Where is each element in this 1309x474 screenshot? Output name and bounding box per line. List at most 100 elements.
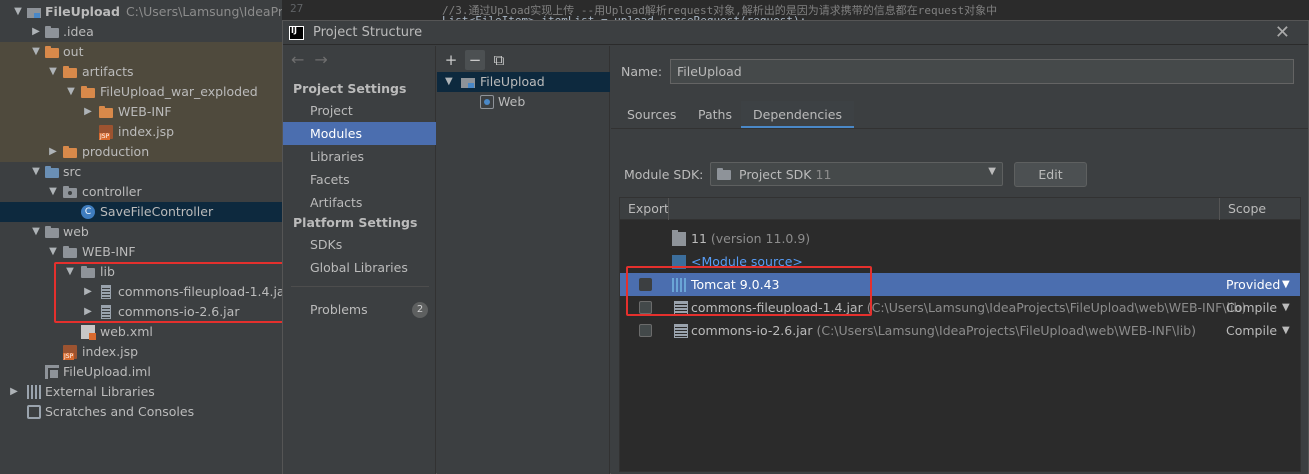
add-icon[interactable]: +	[441, 50, 461, 70]
dependency-row-commons-io[interactable]: commons-io-2.6.jar (C:\Users\Lamsung\Idea…	[620, 319, 1300, 342]
module-sdk-select[interactable]: Project SDK 11 ▼	[710, 162, 1003, 186]
nav-item-project[interactable]: Project	[283, 99, 436, 122]
project-settings-header: Project Settings	[293, 81, 407, 96]
jar-icon	[101, 305, 111, 319]
dependency-row-tomcat[interactable]: Tomcat 9.0.43 Provided ▼	[620, 273, 1300, 296]
facet-item-web[interactable]: Web	[437, 92, 610, 112]
tree-item-label: index.jsp	[118, 124, 175, 139]
platform-settings-header: Platform Settings	[293, 215, 418, 230]
excluded-folder-icon	[99, 105, 113, 119]
tree-item-label: lib	[100, 264, 115, 279]
tree-item-label: Scratches and Consoles	[45, 404, 195, 419]
remove-icon[interactable]: −	[465, 50, 485, 70]
jar-icon	[674, 324, 688, 338]
jsp-file-icon	[63, 345, 77, 360]
header-scope[interactable]: Scope	[1228, 201, 1266, 216]
tree-item-commons-fileupload-jar[interactable]: ▶ commons-fileupload-1.4.jar	[0, 282, 308, 302]
dependency-row-module-source[interactable]: <Module source>	[620, 250, 1300, 273]
chevron-right-icon[interactable]: ▶	[30, 22, 42, 42]
export-checkbox[interactable]	[639, 301, 652, 314]
chevron-right-icon[interactable]: ▶	[8, 382, 20, 402]
tree-item-fileupload-war-exploded[interactable]: ▼ FileUpload_war_exploded	[0, 82, 308, 102]
class-icon: C	[81, 205, 95, 219]
chevron-right-icon[interactable]: ▶	[82, 102, 94, 122]
close-icon[interactable]: ✕	[1275, 22, 1290, 43]
tree-root-fileupload[interactable]: ▼ FileUpload C:\Users\Lamsung\IdeaProje	[0, 2, 308, 22]
tree-item-artifacts[interactable]: ▼ artifacts	[0, 62, 308, 82]
tab-paths[interactable]: Paths	[686, 101, 744, 129]
tomcat-library-icon	[672, 278, 686, 292]
chevron-down-icon[interactable]: ▼	[65, 82, 77, 102]
editor-background: 27 //3.通过Upload实现上传 --用Upload解析request对象…	[282, 0, 1309, 22]
tree-item-external-libraries[interactable]: ▶ External Libraries	[0, 382, 308, 402]
tree-item-savefilecontroller[interactable]: C SaveFileController	[0, 202, 308, 222]
tree-item-index-jsp[interactable]: index.jsp	[0, 342, 308, 362]
chevron-down-icon[interactable]: ▼	[47, 242, 59, 262]
tree-item-web-inf-out[interactable]: ▶ WEB-INF	[0, 102, 308, 122]
tree-item-web-inf[interactable]: ▼ WEB-INF	[0, 242, 308, 262]
tree-item-fileupload-iml[interactable]: FileUpload.iml	[0, 362, 308, 382]
nav-item-problems[interactable]: Problems 2	[283, 298, 436, 321]
dependency-row-commons-fileupload[interactable]: commons-fileupload-1.4.jar (C:\Users\Lams…	[620, 296, 1300, 319]
header-export[interactable]: Export	[628, 201, 669, 216]
tree-item-lib[interactable]: ▼ lib	[0, 262, 308, 282]
module-name-input[interactable]	[670, 59, 1294, 84]
chevron-right-icon[interactable]: ▶	[47, 142, 59, 162]
tree-item-scratches[interactable]: Scratches and Consoles	[0, 402, 308, 422]
tab-sources[interactable]: Sources	[615, 101, 688, 129]
chevron-down-icon[interactable]: ▼	[12, 2, 24, 22]
chevron-down-icon[interactable]: ▼	[64, 262, 76, 282]
tree-item-label: artifacts	[82, 64, 134, 79]
dependency-name: commons-fileupload-1.4.jar	[691, 300, 863, 315]
tree-item-web-xml[interactable]: web.xml	[0, 322, 308, 342]
dependency-name: Tomcat 9.0.43	[691, 277, 780, 292]
tree-item-web[interactable]: ▼ web	[0, 222, 308, 242]
tree-item-commons-io-jar[interactable]: ▶ commons-io-2.6.jar	[0, 302, 308, 322]
tab-dependencies[interactable]: Dependencies	[741, 101, 854, 129]
scope-dropdown[interactable]: Compile ▼	[1226, 319, 1290, 342]
nav-item-modules[interactable]: Modules	[283, 122, 436, 145]
nav-item-libraries[interactable]: Libraries	[283, 145, 436, 168]
tree-item-label: FileUpload.iml	[63, 364, 151, 379]
scope-value: Provided	[1226, 277, 1281, 292]
nav-item-global-libraries[interactable]: Global Libraries	[283, 256, 436, 279]
tree-item-idea[interactable]: ▶ .idea	[0, 22, 308, 42]
chevron-down-icon[interactable]: ▼	[30, 222, 42, 242]
intellij-icon	[289, 26, 304, 40]
web-folder-icon	[45, 225, 59, 239]
chevron-right-icon[interactable]: ▶	[82, 282, 94, 302]
export-checkbox[interactable]	[639, 324, 652, 337]
tree-item-production[interactable]: ▶ production	[0, 142, 308, 162]
dependency-name[interactable]: <Module source>	[691, 250, 803, 273]
scope-dropdown[interactable]: Compile ▼	[1226, 296, 1290, 319]
edit-sdk-button[interactable]: Edit	[1014, 162, 1087, 187]
chevron-down-icon[interactable]: ▼	[47, 62, 59, 82]
project-structure-dialog: Project Structure ✕ ←→ Project Settings …	[282, 20, 1309, 474]
tree-item-controller[interactable]: ▼ controller	[0, 182, 308, 202]
facet-name-label: Web	[498, 94, 526, 109]
dependency-row-jdk[interactable]: 11 (version 11.0.9)	[620, 227, 1300, 250]
tree-item-out[interactable]: ▼ out	[0, 42, 308, 62]
nav-item-sdks[interactable]: SDKs	[283, 233, 436, 256]
tree-item-src[interactable]: ▼ src	[0, 162, 308, 182]
module-icon	[461, 75, 475, 89]
dependency-name: 11	[691, 231, 707, 246]
nav-divider	[291, 286, 429, 287]
scope-dropdown[interactable]: Provided ▼	[1226, 273, 1290, 296]
nav-item-facets[interactable]: Facets	[283, 168, 436, 191]
chevron-down-icon[interactable]: ▼	[445, 72, 453, 92]
table-header: Export Scope	[620, 198, 1300, 220]
dialog-titlebar[interactable]: Project Structure ✕	[283, 21, 1308, 45]
tree-item-label: index.jsp	[82, 344, 139, 359]
chevron-down-icon[interactable]: ▼	[47, 182, 59, 202]
copy-icon[interactable]: ⧉	[489, 50, 509, 70]
nav-item-artifacts[interactable]: Artifacts	[283, 191, 436, 214]
export-checkbox[interactable]	[639, 278, 652, 291]
iml-file-icon	[45, 365, 60, 380]
chevron-down-icon[interactable]: ▼	[30, 162, 42, 182]
back-forward-icon[interactable]: ←→	[291, 50, 338, 69]
chevron-right-icon[interactable]: ▶	[82, 302, 94, 322]
module-item-fileupload[interactable]: ▼ FileUpload	[437, 72, 610, 92]
tree-item-index-jsp-out[interactable]: index.jsp	[0, 122, 308, 142]
chevron-down-icon[interactable]: ▼	[30, 42, 42, 62]
